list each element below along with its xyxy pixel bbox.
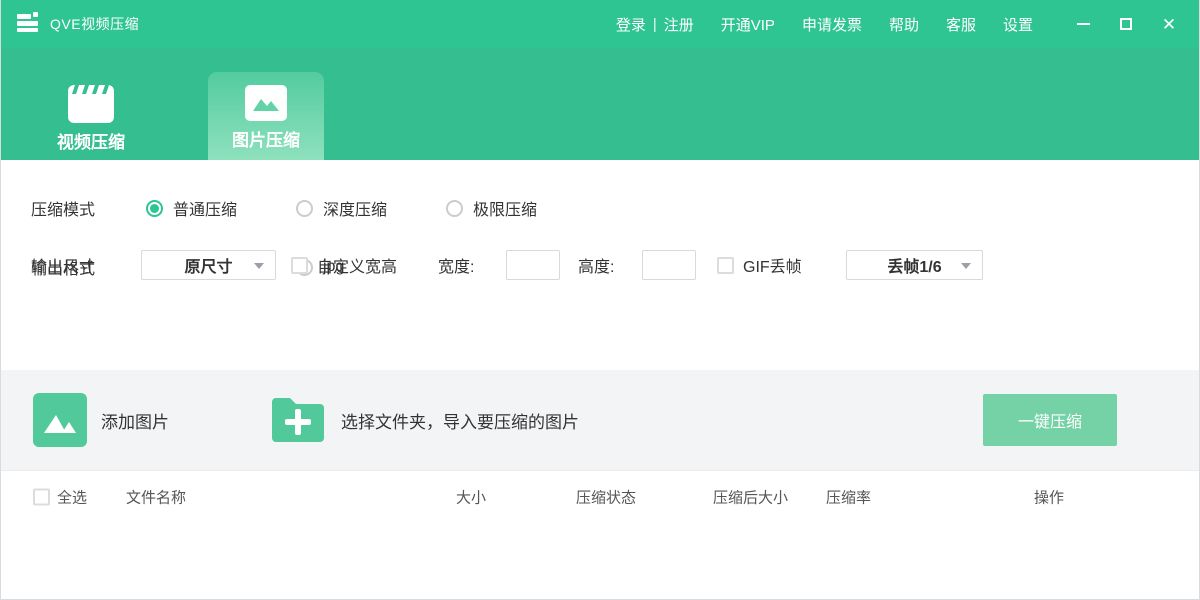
close-button[interactable]: ✕ bbox=[1161, 16, 1177, 32]
tab-image-label: 图片压缩 bbox=[232, 126, 300, 151]
folder-plus-icon bbox=[268, 392, 328, 448]
select-folder-button[interactable] bbox=[268, 392, 328, 453]
vip-link[interactable]: 开通VIP bbox=[721, 14, 775, 35]
minimize-button[interactable] bbox=[1075, 16, 1091, 32]
maximize-button[interactable] bbox=[1118, 16, 1134, 32]
column-filename: 文件名称 bbox=[126, 486, 186, 507]
custom-size-label: 自定义宽高 bbox=[317, 253, 397, 277]
size-select[interactable]: 原尺寸 bbox=[141, 250, 276, 280]
tab-video-label: 视频压缩 bbox=[57, 128, 125, 153]
width-label: 宽度: bbox=[438, 253, 474, 277]
app-logo-icon bbox=[15, 10, 41, 39]
select-all-label: 全选 bbox=[57, 486, 87, 507]
one-click-compress-button[interactable]: 一键压缩 bbox=[983, 394, 1117, 446]
tab-video-compress[interactable]: 视频压缩 bbox=[33, 72, 149, 160]
compression-mode-row: 压缩模式 普通压缩 深度压缩 极限压缩 bbox=[31, 192, 596, 224]
app-window: QVE视频压缩 登录 | 注册 开通VIP 申请发票 帮助 客服 设置 ✕ bbox=[0, 0, 1200, 600]
radio-checked-icon bbox=[146, 200, 163, 217]
gif-dropframe-label: GIF丢帧 bbox=[743, 253, 802, 277]
chevron-down-icon bbox=[254, 263, 264, 269]
login-register-divider: | bbox=[653, 16, 657, 33]
radio-unchecked-icon bbox=[296, 200, 313, 217]
column-compressed-size: 压缩后大小 bbox=[713, 486, 788, 507]
tab-image-compress[interactable]: 图片压缩 bbox=[208, 72, 324, 160]
minimize-icon bbox=[1077, 23, 1090, 25]
app-title: QVE视频压缩 bbox=[50, 14, 139, 34]
settings-link[interactable]: 设置 bbox=[1003, 14, 1033, 35]
radio-normal-label: 普通压缩 bbox=[173, 196, 237, 220]
column-size: 大小 bbox=[456, 486, 486, 507]
register-link[interactable]: 注册 bbox=[664, 14, 694, 35]
tabbar: 视频压缩 图片压缩 bbox=[1, 48, 1199, 160]
login-link[interactable]: 登录 bbox=[616, 14, 646, 35]
output-size-label: 输出尺寸 bbox=[31, 253, 95, 277]
compression-mode-label: 压缩模式 bbox=[31, 196, 146, 220]
picture-icon bbox=[42, 405, 78, 435]
select-all-checkbox[interactable]: 全选 bbox=[33, 486, 87, 507]
select-folder-label[interactable]: 选择文件夹，导入要压缩的图片 bbox=[341, 370, 579, 470]
film-icon bbox=[68, 85, 114, 128]
gif-dropframe-checkbox[interactable]: GIF丢帧 bbox=[717, 253, 802, 277]
dropframe-select[interactable]: 丢帧1/6 bbox=[846, 250, 983, 280]
maximize-icon bbox=[1120, 18, 1132, 30]
action-bar: 添加图片 选择文件夹，导入要压缩的图片 一键压缩 bbox=[1, 370, 1199, 470]
file-list-empty bbox=[1, 522, 1199, 600]
checkbox-unchecked-icon bbox=[291, 257, 308, 274]
help-link[interactable]: 帮助 bbox=[889, 14, 919, 35]
add-images-button[interactable] bbox=[33, 393, 87, 447]
image-icon bbox=[245, 85, 287, 126]
column-compress-status: 压缩状态 bbox=[576, 486, 636, 507]
column-action: 操作 bbox=[1034, 486, 1064, 507]
auth-group: 登录 | 注册 bbox=[616, 14, 694, 35]
invoice-link[interactable]: 申请发票 bbox=[802, 14, 862, 35]
height-input[interactable] bbox=[642, 250, 696, 280]
radio-deep-compress[interactable]: 深度压缩 bbox=[296, 196, 446, 220]
support-link[interactable]: 客服 bbox=[946, 14, 976, 35]
titlebar: QVE视频压缩 登录 | 注册 开通VIP 申请发票 帮助 客服 设置 ✕ bbox=[1, 0, 1199, 48]
add-images-label[interactable]: 添加图片 bbox=[101, 370, 169, 470]
checkbox-unchecked-icon bbox=[33, 488, 50, 505]
radio-unchecked-icon bbox=[446, 200, 463, 217]
radio-extreme-label: 极限压缩 bbox=[473, 196, 537, 220]
radio-normal-compress[interactable]: 普通压缩 bbox=[146, 196, 296, 220]
file-table-header: 全选 文件名称 大小 压缩状态 压缩后大小 压缩率 操作 bbox=[1, 470, 1199, 522]
titlebar-menu: 登录 | 注册 开通VIP 申请发票 帮助 客服 设置 bbox=[616, 14, 1033, 35]
height-label: 高度: bbox=[578, 253, 614, 277]
width-input[interactable] bbox=[506, 250, 560, 280]
settings-panel: 压缩模式 普通压缩 深度压缩 极限压缩 输出格式 原格式 jpg bbox=[1, 160, 1199, 370]
radio-deep-label: 深度压缩 bbox=[323, 196, 387, 220]
checkbox-unchecked-icon bbox=[717, 257, 734, 274]
window-controls: ✕ bbox=[1075, 16, 1177, 32]
dropframe-select-value: 丢帧1/6 bbox=[887, 253, 941, 277]
output-size-row: 输出尺寸 原尺寸 自定义宽高 宽度: 高度: GIF丢帧 丢帧1/6 bbox=[1, 160, 1199, 192]
chevron-down-icon bbox=[961, 263, 971, 269]
custom-size-checkbox[interactable]: 自定义宽高 bbox=[291, 253, 397, 277]
column-compress-ratio: 压缩率 bbox=[826, 486, 871, 507]
size-select-value: 原尺寸 bbox=[184, 253, 232, 277]
radio-extreme-compress[interactable]: 极限压缩 bbox=[446, 196, 596, 220]
brand: QVE视频压缩 bbox=[15, 10, 139, 39]
